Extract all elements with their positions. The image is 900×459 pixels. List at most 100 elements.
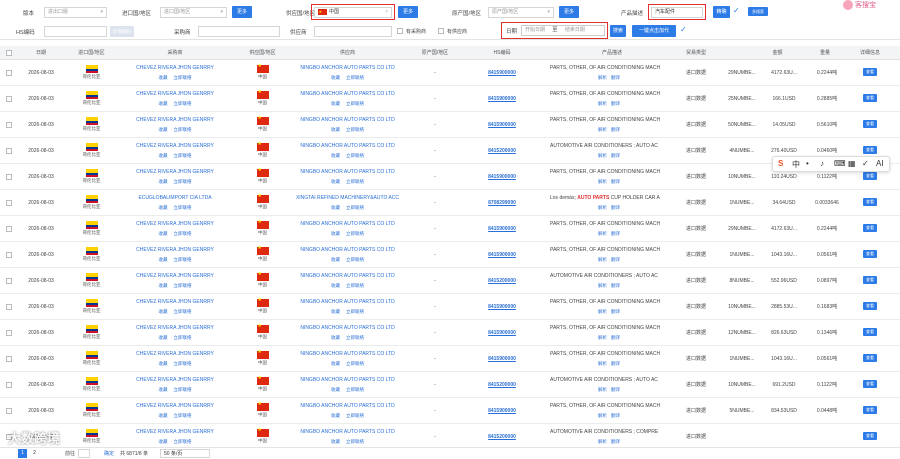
hs-code-link[interactable]: 8415900000 <box>488 70 516 76</box>
supplier-name-link[interactable]: NINGBO ANCHOR AUTO PARTS CO LTD <box>285 65 410 71</box>
skin-icon[interactable]: ✓ <box>862 159 869 168</box>
page-1-button[interactable]: 1 <box>18 449 27 458</box>
import-country-more-button[interactable]: 更多 <box>232 6 252 18</box>
table-row[interactable]: 2026-08-03 哥伦比亚 CHEVEZ RIVERA JHON GENRRY 收… <box>0 372 900 398</box>
collect-link[interactable]: 收藏 <box>331 231 340 236</box>
analyze-link[interactable]: 解析 <box>598 387 607 392</box>
hs-code-link[interactable]: 8415900000 <box>488 304 516 310</box>
column-header[interactable]: 产品描述 <box>548 46 676 60</box>
supplier-name-link[interactable]: NINGBO ANCHOR AUTO PARTS CO LTD <box>285 325 410 331</box>
contact-link[interactable]: 立即联络 <box>346 205 364 210</box>
collect-link[interactable]: 收藏 <box>159 309 168 314</box>
analyze-link[interactable]: 解析 <box>598 439 607 444</box>
hs-code-link[interactable]: 8415900000 <box>488 174 516 180</box>
collect-link[interactable]: 收藏 <box>331 205 340 210</box>
translate-link[interactable]: 翻译 <box>611 309 620 314</box>
hs-code-link[interactable]: 8415900000 <box>488 226 516 232</box>
version-select[interactable]: 进出口版 ▾ <box>44 7 107 18</box>
column-header[interactable]: 详细信息 <box>850 46 890 60</box>
contact-link[interactable]: 立即联络 <box>174 335 192 340</box>
multi-search-button[interactable]: 多搜索 <box>748 7 768 16</box>
supplier-country-more-button[interactable]: 更多 <box>398 6 418 18</box>
analyze-link[interactable]: 解析 <box>598 257 607 262</box>
view-detail-button[interactable]: 查看 <box>863 120 877 128</box>
column-header[interactable]: 采购商 <box>120 46 230 60</box>
contact-link[interactable]: 立即联络 <box>174 257 192 262</box>
translate-link[interactable]: 翻译 <box>611 387 620 392</box>
table-row[interactable]: 2026-08-03 哥伦比亚 CHEVEZ RIVERA JHON GENRRY 收… <box>0 320 900 346</box>
contact-link[interactable]: 立即联络 <box>174 205 192 210</box>
import-country-select[interactable]: 进口国/地区 ▾ <box>160 7 227 18</box>
contact-link[interactable]: 立即联络 <box>346 439 364 444</box>
supplier-name-link[interactable]: NINGBO ANCHOR AUTO PARTS CO LTD <box>285 403 410 409</box>
table-row[interactable]: 2026-08-03 哥伦比亚 CHEVEZ RIVERA JHON GENRRY 收… <box>0 346 900 372</box>
translate-link[interactable]: 翻译 <box>611 127 620 132</box>
analyze-link[interactable]: 解析 <box>598 283 607 288</box>
collect-link[interactable]: 收藏 <box>159 179 168 184</box>
contact-link[interactable]: 立即联络 <box>174 309 192 314</box>
contact-link[interactable]: 立即联络 <box>174 413 192 418</box>
row-checkbox[interactable] <box>6 330 12 336</box>
contact-link[interactable]: 立即联络 <box>174 387 192 392</box>
collect-link[interactable]: 收藏 <box>331 283 340 288</box>
buyer-name-link[interactable]: CHEVEZ RIVERA JHON GENRRY <box>120 169 230 175</box>
contact-link[interactable]: 立即联络 <box>346 101 364 106</box>
view-detail-button[interactable]: 查看 <box>863 354 877 362</box>
view-detail-button[interactable]: 查看 <box>863 380 877 388</box>
column-header[interactable]: 供应商 <box>285 46 410 60</box>
goto-page-input[interactable] <box>78 449 90 458</box>
hs-code-link[interactable]: 8415900000 <box>488 252 516 258</box>
buyer-name-link[interactable]: CHEVEZ RIVERA JHON GENRRY <box>120 221 230 227</box>
precise-button[interactable]: 精确 <box>713 6 730 18</box>
buyer-name-link[interactable]: CHEVEZ RIVERA JHON GENRRY <box>120 351 230 357</box>
buyer-name-link[interactable]: CHEVEZ RIVERA JHON GENRRY <box>120 247 230 253</box>
collect-link[interactable]: 收藏 <box>331 309 340 314</box>
analyze-link[interactable]: 解析 <box>598 361 607 366</box>
view-detail-button[interactable]: 查看 <box>863 198 877 206</box>
analyze-link[interactable]: 解析 <box>598 75 607 80</box>
view-detail-button[interactable]: 查看 <box>863 94 877 102</box>
collect-link[interactable]: 收藏 <box>159 413 168 418</box>
row-checkbox[interactable] <box>6 70 12 76</box>
table-row[interactable]: 2026-08-03 哥伦比亚 CHEVEZ RIVERA JHON GENRRY 收… <box>0 60 900 86</box>
translate-link[interactable]: 翻译 <box>611 179 620 184</box>
table-row[interactable]: 2026-08-03 哥伦比亚 CHEVEZ RIVERA JHON GENRRY 收… <box>0 112 900 138</box>
translate-link[interactable]: 翻译 <box>611 257 620 262</box>
supplier-name-link[interactable]: NINGBO ANCHOR AUTO PARTS CO LTD <box>285 221 410 227</box>
analyze-link[interactable]: 解析 <box>598 231 607 236</box>
collect-link[interactable]: 收藏 <box>159 127 168 132</box>
buyer-name-link[interactable]: ECUGLOBALIMPORT CIA LTDA <box>120 195 230 201</box>
keyboard-icon[interactable]: ⌨ <box>834 159 846 168</box>
search-all-button[interactable]: 一键点击加代 <box>632 25 676 37</box>
voice-icon[interactable]: ♪ <box>820 159 824 168</box>
row-checkbox[interactable] <box>6 148 12 154</box>
row-checkbox[interactable] <box>6 174 12 180</box>
contact-link[interactable]: 立即联络 <box>174 127 192 132</box>
translate-link[interactable]: 翻译 <box>611 231 620 236</box>
contact-link[interactable]: 立即联络 <box>174 283 192 288</box>
translate-link[interactable]: 翻译 <box>611 101 620 106</box>
collect-link[interactable]: 收藏 <box>331 439 340 444</box>
chinese-mode-icon[interactable]: 中 <box>792 159 800 170</box>
view-detail-button[interactable]: 查看 <box>863 406 877 414</box>
contact-link[interactable]: 立即联络 <box>174 75 192 80</box>
hs-code-link[interactable]: 8415200000 <box>488 278 516 284</box>
view-detail-button[interactable]: 查看 <box>863 302 877 310</box>
collect-link[interactable]: 收藏 <box>159 439 168 444</box>
origin-country-select[interactable]: 原产国/地区 ▾ <box>488 7 554 18</box>
has-buyer-checkbox[interactable] <box>397 28 403 34</box>
contact-link[interactable]: 立即联络 <box>174 231 192 236</box>
collect-link[interactable]: 收藏 <box>159 283 168 288</box>
translate-link[interactable]: 翻译 <box>611 413 620 418</box>
row-checkbox[interactable] <box>6 304 12 310</box>
contact-link[interactable]: 立即联络 <box>174 101 192 106</box>
supplier-name-link[interactable]: NINGBO ANCHOR AUTO PARTS CO LTD <box>285 247 410 253</box>
view-detail-button[interactable]: 查看 <box>863 146 877 154</box>
table-row[interactable]: 2026-08-03 哥伦比亚 CHEVEZ RIVERA JHON GENRRY 收… <box>0 164 900 190</box>
page-2-button[interactable]: 2 <box>30 449 39 458</box>
select-all-checkbox[interactable] <box>6 50 12 56</box>
supplier-name-link[interactable]: NINGBO ANCHOR AUTO PARTS CO LTD <box>285 429 410 435</box>
translate-link[interactable]: 翻译 <box>611 439 620 444</box>
collect-link[interactable]: 收藏 <box>159 387 168 392</box>
collect-link[interactable]: 收藏 <box>331 179 340 184</box>
